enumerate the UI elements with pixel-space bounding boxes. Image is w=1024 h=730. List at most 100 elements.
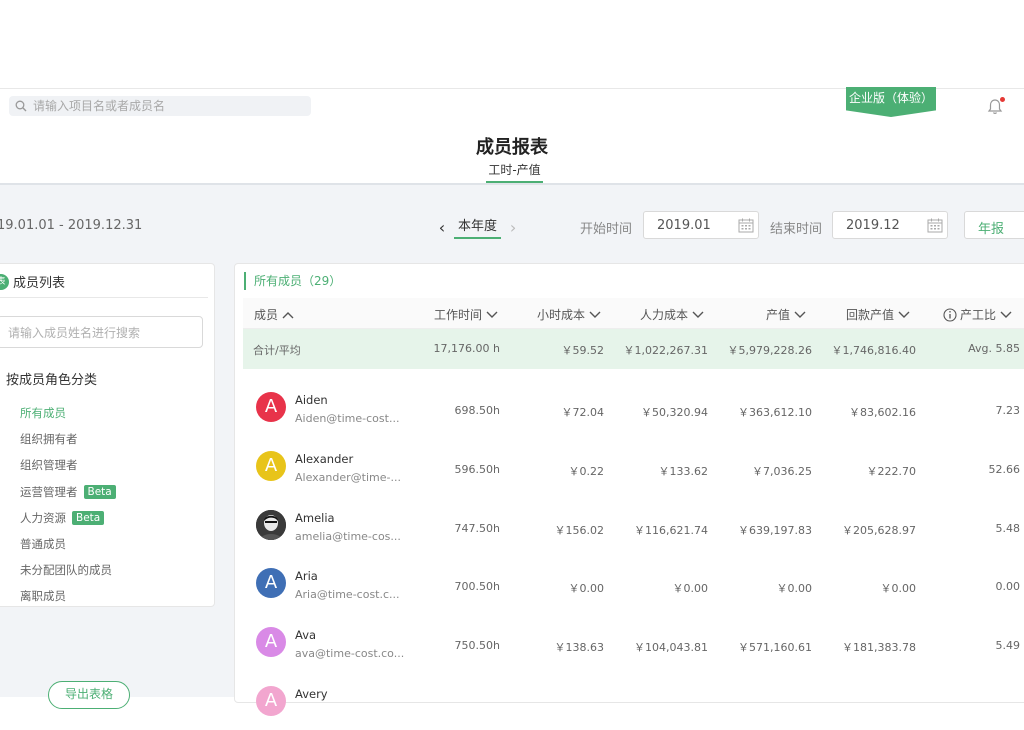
member-name[interactable]: Alexander — [295, 452, 353, 466]
member-list-panel: 表 成员列表 按成员角色分类 所有成员组织拥有者组织管理者运营管理者Beta人力… — [0, 263, 215, 607]
cell-hourly-cost: ￥0.22 — [568, 464, 605, 478]
calendar-icon — [738, 218, 754, 233]
tab-hours-output[interactable]: 工时-产值 — [486, 161, 543, 183]
col-output[interactable]: 产值 — [766, 306, 806, 323]
summary-output: ￥5,979,228.26 — [727, 344, 812, 357]
avatar: A — [256, 568, 286, 599]
col-member-label: 成员 — [254, 308, 279, 322]
notification-dot — [1000, 97, 1005, 102]
role-item-label: 运营管理者 — [20, 484, 78, 499]
global-search-input[interactable] — [31, 98, 305, 114]
col-ratio-label: 产工比 — [960, 308, 997, 322]
member-search[interactable] — [0, 316, 203, 348]
cell-collected: ￥83,602.16 — [849, 406, 916, 419]
table-row[interactable]: A Ava ava@time-cost.co... 750.50h ￥138.63 ￥10… — [243, 612, 1024, 671]
chevron-right-icon[interactable]: › — [505, 218, 521, 237]
chevron-down-icon — [692, 311, 704, 318]
table-row[interactable]: A Avery — [243, 671, 1024, 730]
member-name[interactable]: Ava — [295, 628, 316, 642]
profile-photo-icon — [256, 509, 286, 540]
cell-ratio: 5.48 — [995, 521, 1021, 535]
date-range-text: 19.01.01 - 2019.12.31 — [0, 218, 143, 233]
cell-ratio: 7.23 — [995, 404, 1021, 417]
role-item[interactable]: 所有成员 — [20, 400, 116, 426]
period-label[interactable]: 本年度 — [454, 215, 502, 239]
cell-hourly-cost: ￥72.04 — [561, 406, 605, 419]
role-item[interactable]: 未分配团队的成员 — [20, 557, 116, 583]
end-time-label: 结束时间 — [770, 222, 823, 237]
col-member[interactable]: 成员 — [254, 306, 294, 323]
col-hourly-cost-label: 小时成本 — [537, 308, 586, 322]
chevron-up-icon — [282, 311, 294, 318]
report-mode-select[interactable]: 年报 — [964, 211, 1024, 239]
col-hours[interactable]: 工作时间 — [434, 306, 498, 323]
avatar: A — [256, 686, 286, 716]
cell-collected: ￥205,628.97 — [842, 523, 916, 537]
member-search-input[interactable] — [6, 325, 190, 341]
col-hourly-cost[interactable]: 小时成本 — [537, 306, 601, 323]
col-labor-cost-label: 人力成本 — [640, 308, 689, 322]
title-bar: 成员报表 工时-产值 — [0, 125, 1024, 185]
member-email: Alexander@time-... — [295, 470, 401, 484]
summary-labor-cost: ￥1,022,267.31 — [623, 344, 708, 357]
end-date-value: 2019.12 — [846, 218, 900, 233]
cell-labor-cost: ￥133.62 — [658, 464, 709, 478]
all-members-heading: 所有成员（29） — [244, 272, 341, 290]
role-item-label: 组织管理者 — [20, 458, 78, 473]
cell-hourly-cost: ￥156.02 — [554, 523, 605, 537]
avatar — [256, 509, 286, 540]
info-icon[interactable] — [943, 307, 957, 322]
role-item[interactable]: 组织管理者 — [20, 452, 116, 478]
role-item-label: 离职成员 — [20, 589, 66, 604]
role-item[interactable]: 运营管理者 Beta — [20, 479, 116, 505]
beta-badge: Beta — [72, 510, 105, 525]
global-search[interactable] — [9, 96, 311, 116]
chevron-left-icon[interactable]: ‹ — [434, 218, 450, 237]
roles-title: 按成员角色分类 — [6, 373, 98, 388]
member-name[interactable]: Amelia — [295, 511, 335, 525]
cell-collected: ￥222.70 — [866, 464, 917, 478]
cell-labor-cost: ￥50,320.94 — [641, 406, 708, 419]
edition-badge[interactable]: 企业版（体验） — [846, 87, 936, 117]
table-row[interactable]: A Aiden Aiden@time-cost... 698.50h ￥72.04 ￥50… — [243, 377, 1024, 436]
avatar: A — [256, 450, 286, 481]
member-name[interactable]: Avery — [295, 687, 328, 701]
chevron-down-icon — [898, 311, 910, 318]
cell-hourly-cost: ￥0.00 — [568, 582, 605, 596]
role-item[interactable]: 组织拥有者 — [20, 426, 116, 452]
table-row[interactable]: A Aria Aria@time-cost.c... 700.50h ￥0.00 ￥0.0… — [243, 553, 1024, 612]
cell-output: ￥363,612.10 — [738, 406, 812, 419]
export-table-button[interactable]: 导出表格 — [48, 681, 130, 709]
col-collected[interactable]: 回款产值 — [846, 306, 910, 323]
member-list-header: 表 成员列表 — [0, 272, 65, 291]
member-list-icon: 表 — [0, 273, 9, 290]
start-date-picker[interactable]: 2019.01 — [643, 211, 759, 239]
cell-hours: 700.50h — [454, 580, 500, 594]
cell-labor-cost: ￥104,043.81 — [634, 641, 708, 655]
cell-ratio: 0.00 — [995, 580, 1021, 594]
role-list: 所有成员 组织拥有者 组织管理者 运营管理者 Beta 人力资源 Beta 普通成员 未分配团队… — [20, 400, 116, 610]
end-date-picker[interactable]: 2019.12 — [832, 211, 948, 239]
search-icon — [15, 100, 27, 112]
member-name[interactable]: Aiden — [295, 393, 328, 407]
role-item-label: 人力资源 — [20, 510, 66, 525]
role-item[interactable]: 离职成员 — [20, 583, 116, 609]
summary-collected: ￥1,746,816.40 — [831, 344, 916, 357]
cell-labor-cost: ￥0.00 — [672, 582, 709, 596]
chevron-down-icon — [589, 311, 601, 318]
role-item[interactable]: 普通成员 — [20, 531, 116, 557]
col-labor-cost[interactable]: 人力成本 — [640, 306, 704, 323]
avatar: A — [256, 627, 286, 658]
col-collected-label: 回款产值 — [846, 308, 895, 322]
avatar: A — [256, 392, 286, 422]
role-item[interactable]: 人力资源 Beta — [20, 505, 116, 531]
cell-collected: ￥181,383.78 — [842, 641, 916, 655]
role-item-label: 组织拥有者 — [20, 432, 78, 447]
role-item-label: 未分配团队的成员 — [20, 563, 112, 578]
member-name[interactable]: Aria — [295, 569, 318, 583]
table-row[interactable]: A Alexander Alexander@time-... 596.50h ￥0.22… — [243, 436, 1024, 495]
cell-output: ￥571,160.61 — [738, 641, 812, 655]
col-ratio[interactable]: 产工比 — [943, 306, 1012, 323]
col-output-label: 产值 — [766, 308, 791, 322]
table-row[interactable]: Amelia amelia@time-cos... 747.50h ￥156.02 ￥1… — [243, 495, 1024, 554]
